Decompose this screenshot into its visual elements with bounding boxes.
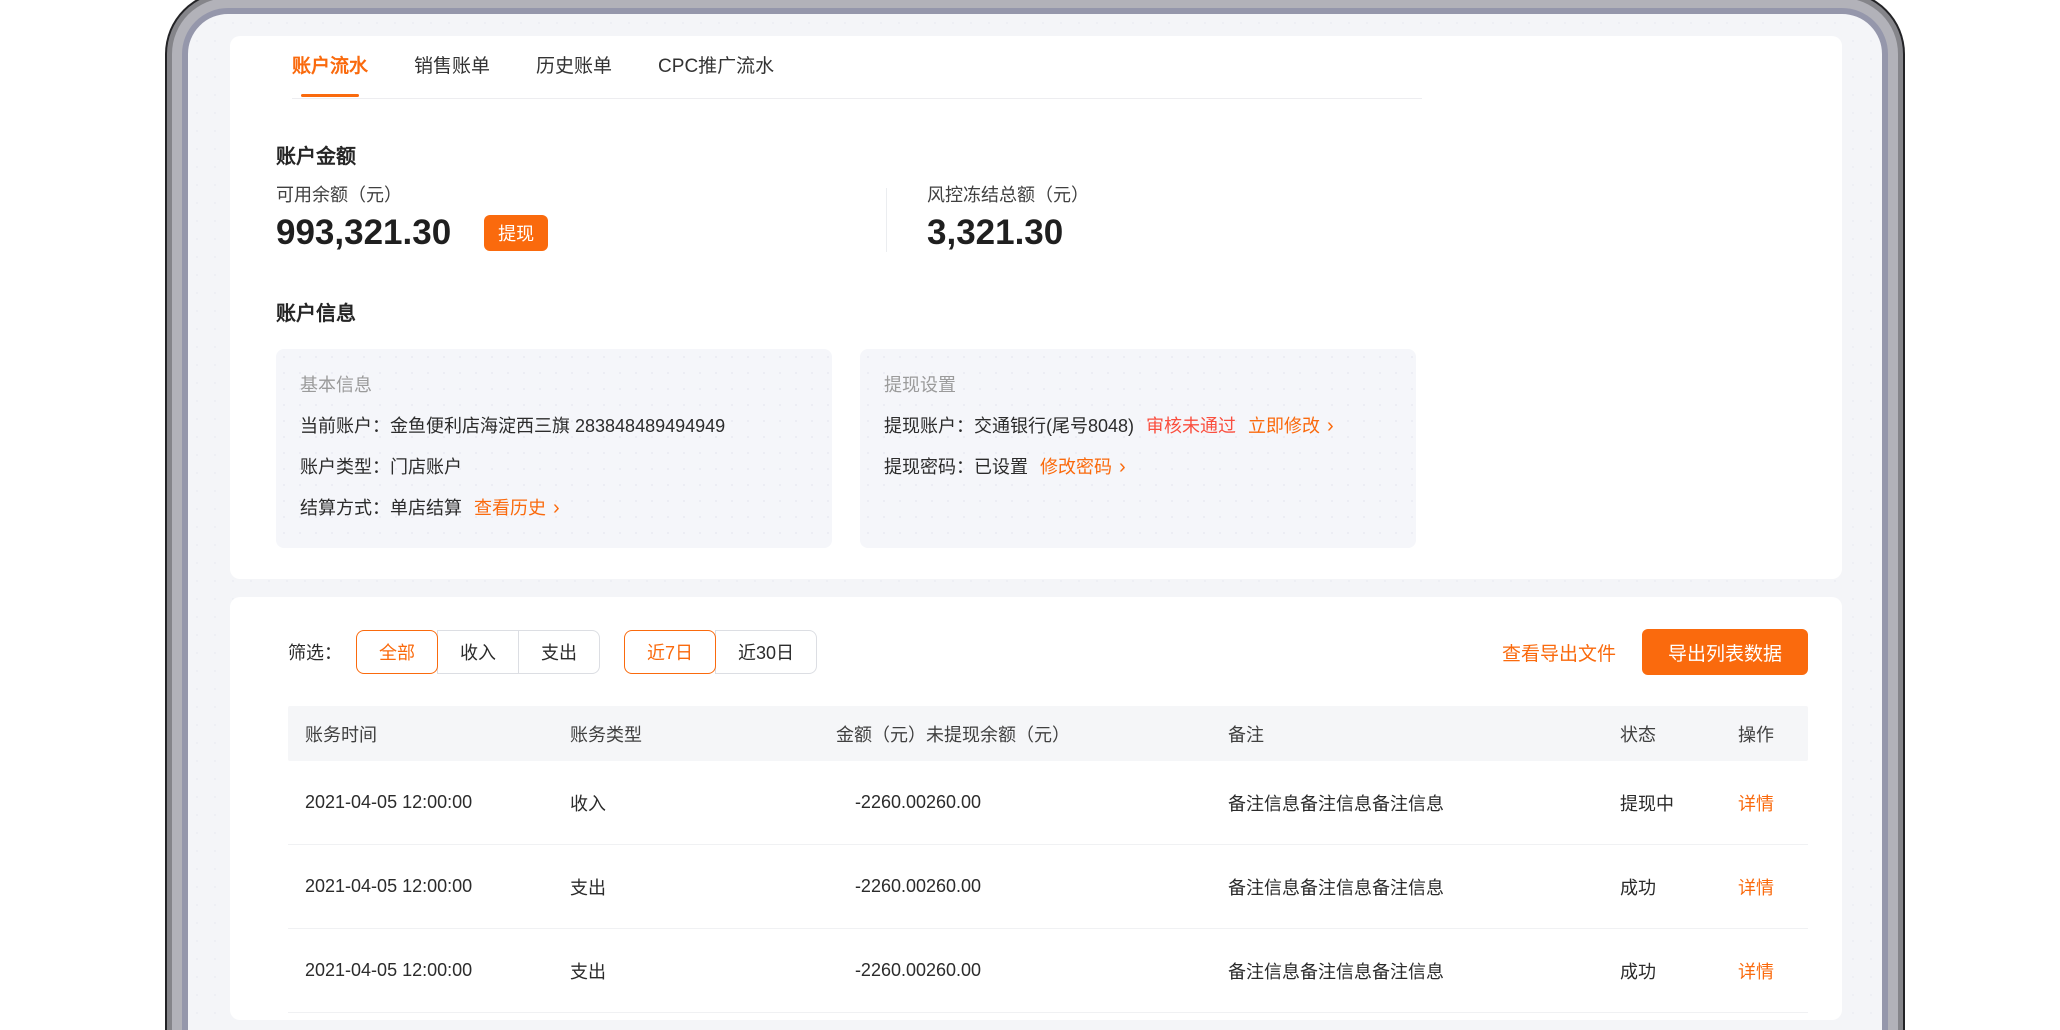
device-frame: 账户流水销售账单历史账单 CPC推广流水 账户金额 可用余额（元） 993,321… <box>182 8 1888 1030</box>
cell-note: 备注信息备注信息备注信息 <box>1228 874 1620 900</box>
withdraw-button[interactable]: 提现 <box>484 215 548 251</box>
basic-info-card: 基本信息当前账户：金鱼便利店海淀西三旗 283848489494949 账户类型：… <box>276 349 832 548</box>
available-balance-block: 可用余额（元） 993,321.30 提现 <box>276 186 886 254</box>
frozen-balance-value: 3,321.30 <box>927 212 1063 254</box>
page: 账户流水销售账单历史账单 CPC推广流水 账户金额 可用余额（元） 993,321… <box>0 0 2060 1030</box>
cell-balance: 260.00 <box>926 960 1228 981</box>
cell-time: 2021-04-05 12:00:00 <box>288 792 570 813</box>
table-row: 2021-04-05 12:00:00支出-2260.00260.00备注信息备… <box>288 929 1808 1013</box>
cell-status: 提现中 <box>1620 790 1738 816</box>
detail-link[interactable]: 详情 <box>1738 962 1774 982</box>
filter-date-7days[interactable]: 近7日 <box>624 630 716 674</box>
withdraw-settings-card-title: 提现设置 <box>884 373 1392 397</box>
cell-status: 成功 <box>1620 874 1738 900</box>
info-row-label: 提现账户： <box>884 416 974 436</box>
detail-link[interactable]: 详情 <box>1738 878 1774 898</box>
cell-type: 收入 <box>570 790 836 816</box>
account-overview-card: 账户流水销售账单历史账单 CPC推广流水 账户金额 可用余额（元） 993,321… <box>230 36 1842 579</box>
info-row: 结算方式：单店结算查看历史 <box>300 496 808 520</box>
audit-failed-text: 审核未通过 <box>1146 416 1236 436</box>
cell-time: 2021-04-05 12:00:00 <box>288 960 570 981</box>
info-cards-row: 基本信息当前账户：金鱼便利店海淀西三旗 283848489494949 账户类型：… <box>276 349 1796 548</box>
column-header: 未提现余额（元） <box>926 721 1228 747</box>
info-row-value: 交通银行(尾号8048) <box>974 416 1134 436</box>
info-row-label: 结算方式： <box>300 498 390 518</box>
cell-amount: -2260.00 <box>836 876 926 897</box>
cell-amount: -2260.00 <box>836 960 926 981</box>
tab-account-flow[interactable]: 账户流水 <box>292 36 368 98</box>
transactions-table: 账务时间账务类型金额（元）未提现余额（元）备注状态操作 2021-04-05 1… <box>288 706 1808 1013</box>
info-row: 当前账户：金鱼便利店海淀西三旗 283848489494949 <box>300 414 808 438</box>
table-row: 2021-04-05 12:00:00支出-2260.00260.00备注信息备… <box>288 845 1808 929</box>
type-filter-group: 全部收入支出 <box>356 630 600 674</box>
withdraw-settings-card: 提现设置提现账户：交通银行(尾号8048) 审核未通过立即修改提现密码：已设置修改… <box>860 349 1416 548</box>
cell-note: 备注信息备注信息备注信息 <box>1228 958 1620 984</box>
cell-amount: -2260.00 <box>836 792 926 813</box>
export-list-button[interactable]: 导出列表数据 <box>1642 629 1808 675</box>
account-overview-body: 账户金额 可用余额（元） 993,321.30 提现 风控冻结总额（元） <box>230 99 1842 578</box>
cell-action: 详情 <box>1738 874 1804 900</box>
tab-sales-bills[interactable]: 销售账单 <box>414 36 490 98</box>
cell-balance: 260.00 <box>926 792 1228 813</box>
available-balance-value: 993,321.30 <box>276 212 451 254</box>
tabs-row: 账户流水销售账单历史账单 CPC推广流水 <box>230 36 1842 98</box>
change-password-link[interactable]: 修改密码 <box>1040 457 1126 477</box>
filter-type-all[interactable]: 全部 <box>356 630 438 674</box>
info-row-value: 已设置 <box>974 457 1028 477</box>
detail-link[interactable]: 详情 <box>1738 794 1774 814</box>
table-row: 2021-04-05 12:00:00收入-2260.00260.00备注信息备… <box>288 761 1808 845</box>
filter-right: 查看导出文件 导出列表数据 <box>1502 629 1808 675</box>
available-balance-label: 可用余额（元） <box>276 186 886 204</box>
tab-cpc-flow[interactable]: CPC推广流水 <box>658 36 774 98</box>
info-row-value: 门店账户 <box>390 457 462 477</box>
cell-note: 备注信息备注信息备注信息 <box>1228 790 1620 816</box>
column-header: 状态 <box>1620 721 1738 747</box>
view-export-files-link[interactable]: 查看导出文件 <box>1502 639 1616 666</box>
filter-type-expense[interactable]: 支出 <box>518 630 600 674</box>
cell-type: 支出 <box>570 958 836 984</box>
tab-history-bills[interactable]: 历史账单 <box>536 36 612 98</box>
column-header: 操作 <box>1738 721 1804 747</box>
modify-now-link[interactable]: 立即修改 <box>1248 416 1334 436</box>
basic-info-card-title: 基本信息 <box>300 373 808 397</box>
info-row-value: 单店结算 <box>390 498 462 518</box>
filter-left: 筛选： 全部收入支出 近7日近30日 <box>288 630 841 674</box>
column-header: 账务类型 <box>570 721 836 747</box>
info-row-label: 提现密码： <box>884 457 974 477</box>
cell-action: 详情 <box>1738 790 1804 816</box>
cell-balance: 260.00 <box>926 876 1228 897</box>
info-row-label: 账户类型： <box>300 457 390 477</box>
account-info-title: 账户信息 <box>276 300 1796 328</box>
info-row-value: 金鱼便利店海淀西三旗 283848489494949 <box>390 416 725 436</box>
balance-row: 可用余额（元） 993,321.30 提现 风控冻结总额（元） 3,321.30 <box>276 186 1796 254</box>
cell-time: 2021-04-05 12:00:00 <box>288 876 570 897</box>
column-header: 备注 <box>1228 721 1620 747</box>
transactions-card: 筛选： 全部收入支出 近7日近30日 查看导出文件 导出列表数据 账务时间账务类… <box>230 597 1842 1020</box>
frozen-balance-label: 风控冻结总额（元） <box>927 186 1089 204</box>
cell-status: 成功 <box>1620 958 1738 984</box>
filter-row: 筛选： 全部收入支出 近7日近30日 查看导出文件 导出列表数据 <box>288 629 1808 675</box>
info-row: 账户类型：门店账户 <box>300 455 808 479</box>
filter-type-income[interactable]: 收入 <box>437 630 519 674</box>
filter-label: 筛选： <box>288 639 342 665</box>
info-row-label: 当前账户： <box>300 416 390 436</box>
table-header: 账务时间账务类型金额（元）未提现余额（元）备注状态操作 <box>288 706 1808 761</box>
info-row: 提现密码：已设置修改密码 <box>884 455 1392 479</box>
column-header: 金额（元） <box>836 721 926 747</box>
cell-action: 详情 <box>1738 958 1804 984</box>
filter-date-30days[interactable]: 近30日 <box>715 630 817 674</box>
view-history-link[interactable]: 查看历史 <box>474 498 560 518</box>
table-body: 2021-04-05 12:00:00收入-2260.00260.00备注信息备… <box>288 761 1808 1013</box>
cell-type: 支出 <box>570 874 836 900</box>
frozen-balance-block: 风控冻结总额（元） 3,321.30 <box>887 186 1089 254</box>
column-header: 账务时间 <box>288 721 570 747</box>
screen: 账户流水销售账单历史账单 CPC推广流水 账户金额 可用余额（元） 993,321… <box>188 14 1882 1030</box>
frozen-balance-value-row: 3,321.30 <box>927 212 1089 254</box>
date-filter-group: 近7日近30日 <box>624 630 817 674</box>
available-balance-value-row: 993,321.30 提现 <box>276 212 886 254</box>
account-amount-title: 账户金额 <box>276 143 1796 171</box>
info-row: 提现账户：交通银行(尾号8048) 审核未通过立即修改 <box>884 414 1392 438</box>
